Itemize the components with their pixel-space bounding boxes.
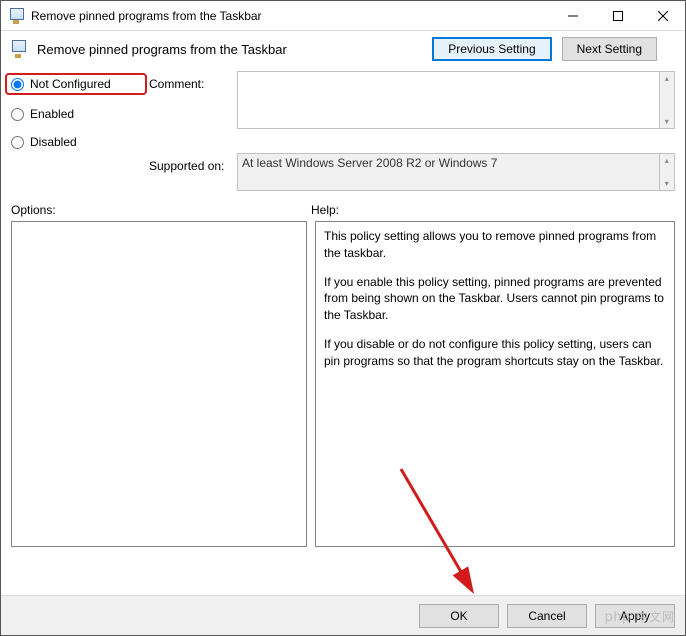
minimize-button[interactable] [550, 1, 595, 30]
radio-disabled-label: Disabled [30, 135, 77, 149]
state-radio-group: Not Configured Enabled Disabled [11, 71, 141, 149]
supported-on-field: At least Windows Server 2008 R2 or Windo… [237, 153, 660, 191]
radio-enabled[interactable]: Enabled [11, 107, 141, 121]
maximize-button[interactable] [595, 1, 640, 30]
page-title: Remove pinned programs from the Taskbar [37, 42, 287, 57]
help-panel: This policy setting allows you to remove… [315, 221, 675, 547]
scrollbar[interactable]: ▴▾ [660, 71, 675, 129]
radio-not-configured-input[interactable] [11, 78, 24, 91]
chevron-up-icon: ▴ [665, 156, 669, 165]
radio-disabled-input[interactable] [11, 136, 24, 149]
options-panel [11, 221, 307, 547]
previous-setting-button[interactable]: Previous Setting [432, 37, 551, 61]
close-button[interactable] [640, 1, 685, 30]
scrollbar[interactable]: ▴▾ [660, 153, 675, 191]
header: Remove pinned programs from the Taskbar … [1, 31, 685, 71]
chevron-down-icon: ▾ [665, 179, 669, 188]
apply-button[interactable]: Apply [595, 604, 675, 628]
titlebar: Remove pinned programs from the Taskbar [1, 1, 685, 31]
window-title: Remove pinned programs from the Taskbar [31, 9, 262, 23]
chevron-down-icon: ▾ [665, 117, 669, 126]
chevron-up-icon: ▴ [665, 74, 669, 83]
options-label: Options: [11, 203, 311, 217]
gpo-icon [9, 8, 25, 24]
radio-enabled-label: Enabled [30, 107, 74, 121]
help-label: Help: [311, 203, 339, 217]
next-setting-button[interactable]: Next Setting [562, 37, 657, 61]
window-controls [550, 1, 685, 30]
supported-label: Supported on: [149, 153, 229, 173]
radio-not-configured[interactable]: Not Configured [5, 73, 147, 95]
help-text: If you disable or do not configure this … [324, 336, 666, 370]
help-text: If you enable this policy setting, pinne… [324, 274, 666, 324]
footer: OK Cancel Apply [1, 595, 685, 635]
ok-button[interactable]: OK [419, 604, 499, 628]
radio-not-configured-label: Not Configured [30, 77, 111, 91]
cancel-button[interactable]: Cancel [507, 604, 587, 628]
radio-enabled-input[interactable] [11, 108, 24, 121]
gpo-icon [11, 40, 29, 58]
help-text: This policy setting allows you to remove… [324, 228, 666, 262]
radio-disabled[interactable]: Disabled [11, 135, 141, 149]
comment-input[interactable] [237, 71, 660, 129]
comment-label: Comment: [149, 71, 229, 91]
